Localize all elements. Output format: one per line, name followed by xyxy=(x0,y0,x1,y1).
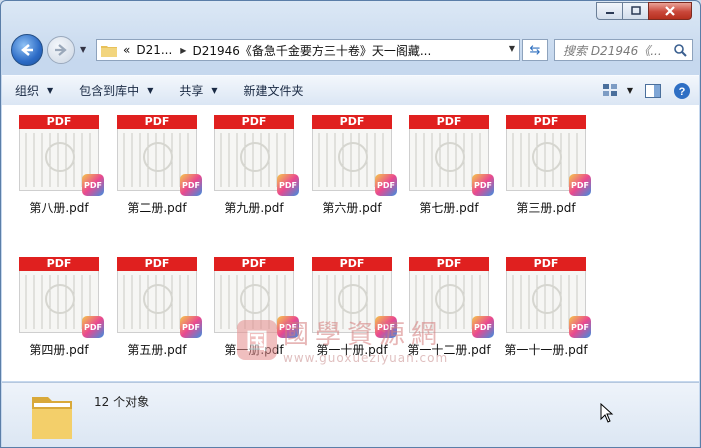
watermark-url: www.guoxueziyuan.com xyxy=(283,351,449,365)
mouse-cursor-icon xyxy=(600,403,614,423)
file-item[interactable]: PDF PDF 第八册.pdf xyxy=(3,107,104,227)
folder-large-icon xyxy=(32,397,72,439)
include-library-label: 包含到库中 xyxy=(79,84,140,98)
pdf-band-label: PDF xyxy=(117,257,197,271)
pdf-app-badge-icon: PDF xyxy=(569,316,591,338)
item-count: 12 个对象 xyxy=(94,395,150,409)
file-item[interactable]: PDF PDF 第四册.pdf xyxy=(3,249,104,369)
pdf-band-label: PDF xyxy=(506,115,586,129)
address-bar[interactable]: « D21... ▶ D21946《备急千金要方三十卷》天一阁藏... ▼ xyxy=(96,39,520,61)
recent-pages-dropdown[interactable]: ▼ xyxy=(80,45,86,54)
preview-pane-icon xyxy=(645,83,661,98)
new-folder-button[interactable]: 新建文件夹 xyxy=(231,76,317,105)
file-list: PDF PDF 第八册.pdf PDF PDF 第二册.pdf PDF PDF 第九册.pdf P… xyxy=(2,105,699,381)
search-input[interactable]: 搜索 D21946《... xyxy=(554,39,693,61)
back-button[interactable] xyxy=(11,34,43,66)
view-options-button[interactable]: ▼ xyxy=(602,83,633,98)
pdf-thumbnail: PDF PDF xyxy=(312,115,397,196)
pdf-band-label: PDF xyxy=(117,115,197,129)
pdf-thumbnail: PDF PDF xyxy=(506,115,591,196)
pdf-band-label: PDF xyxy=(506,257,586,271)
caption-buttons xyxy=(596,2,692,20)
file-item[interactable]: PDF PDF 第三册.pdf xyxy=(490,107,591,227)
share-menu[interactable]: 共享 ▼ xyxy=(166,76,230,105)
explorer-window: ▼ « D21... ▶ D21946《备急千金要方三十卷》天一阁藏... ▼ … xyxy=(0,0,701,448)
pdf-thumbnail: PDF PDF xyxy=(214,115,299,196)
minimize-button[interactable] xyxy=(596,2,622,20)
file-name: 第三册.pdf xyxy=(516,201,576,215)
file-item[interactable]: PDF PDF 第六册.pdf xyxy=(296,107,397,227)
breadcrumb-parent[interactable]: D21... xyxy=(136,43,172,57)
close-icon xyxy=(665,6,675,16)
pdf-thumbnail: PDF PDF xyxy=(19,115,104,196)
view-grid-icon xyxy=(602,83,617,96)
refresh-button[interactable]: ⇆ xyxy=(522,39,548,61)
search-icon xyxy=(674,44,687,57)
search-placeholder: 搜索 D21946《... xyxy=(563,43,662,58)
forward-button[interactable] xyxy=(47,36,75,64)
chevron-down-icon: ▼ xyxy=(47,86,54,95)
refresh-icon: ⇆ xyxy=(529,42,541,58)
close-button[interactable] xyxy=(648,2,692,20)
pdf-band-label: PDF xyxy=(409,115,489,129)
pdf-app-badge-icon: PDF xyxy=(569,174,591,196)
file-item[interactable]: PDF PDF 第二册.pdf xyxy=(101,107,202,227)
organize-menu[interactable]: 组织 ▼ xyxy=(2,76,66,105)
pdf-band-label: PDF xyxy=(312,257,392,271)
file-item[interactable]: PDF PDF 第一十一册.pdf xyxy=(490,249,591,369)
pdf-band-label: PDF xyxy=(214,115,294,129)
pdf-band-label: PDF xyxy=(19,115,99,129)
watermark-logo: 国 xyxy=(237,319,277,360)
pdf-band-label: PDF xyxy=(409,257,489,271)
help-button[interactable]: ? xyxy=(673,82,691,100)
share-label: 共享 xyxy=(179,84,204,98)
command-bar: 组织 ▼ 包含到库中 ▼ 共享 ▼ 新建文件夹 ▼ ? xyxy=(2,75,699,106)
chevron-down-icon: ▼ xyxy=(211,86,218,95)
new-folder-label: 新建文件夹 xyxy=(243,84,304,98)
svg-text:?: ? xyxy=(679,86,686,98)
breadcrumb-chevron-icon[interactable]: ▶ xyxy=(180,46,186,55)
pdf-band-label: PDF xyxy=(312,115,392,129)
breadcrumb-current[interactable]: D21946《备急千金要方三十卷》天一阁藏... xyxy=(192,42,431,59)
status-bar: 12 个对象 xyxy=(2,382,699,447)
address-row: ▼ « D21... ▶ D21946《备急千金要方三十卷》天一阁藏... ▼ … xyxy=(1,31,700,69)
chevron-down-icon: ▼ xyxy=(626,86,633,95)
file-item[interactable]: PDF PDF 第九册.pdf xyxy=(198,107,299,227)
chevron-down-icon: ▼ xyxy=(147,86,154,95)
help-icon: ? xyxy=(674,82,690,99)
pdf-thumbnail: PDF PDF xyxy=(117,115,202,196)
breadcrumb-overflow[interactable]: « xyxy=(123,43,130,57)
preview-pane-button[interactable] xyxy=(645,83,661,98)
maximize-button[interactable] xyxy=(622,2,648,20)
organize-label: 组织 xyxy=(15,84,40,98)
pdf-thumbnail: PDF PDF xyxy=(409,115,494,196)
maximize-icon xyxy=(630,6,641,15)
back-arrow-icon xyxy=(21,44,33,56)
pdf-band-label: PDF xyxy=(19,257,99,271)
pdf-thumbnail: PDF PDF xyxy=(506,257,591,338)
forward-arrow-icon xyxy=(55,44,67,56)
pdf-band-label: PDF xyxy=(214,257,294,271)
minimize-icon xyxy=(605,12,614,14)
folder-icon xyxy=(101,45,117,57)
watermark: 国 國學資源網 www.guoxueziyuan.com xyxy=(237,314,448,365)
file-item[interactable]: PDF PDF 第七册.pdf xyxy=(393,107,494,227)
watermark-title: 國學資源網 xyxy=(283,320,444,350)
file-item[interactable]: PDF PDF 第五册.pdf xyxy=(101,249,202,369)
file-name: 第一十一册.pdf xyxy=(504,343,588,357)
include-library-menu[interactable]: 包含到库中 ▼ xyxy=(66,76,166,105)
address-dropdown-icon[interactable]: ▼ xyxy=(509,44,515,53)
pdf-thumbnail: PDF PDF xyxy=(19,257,104,338)
pdf-thumbnail: PDF PDF xyxy=(117,257,202,338)
